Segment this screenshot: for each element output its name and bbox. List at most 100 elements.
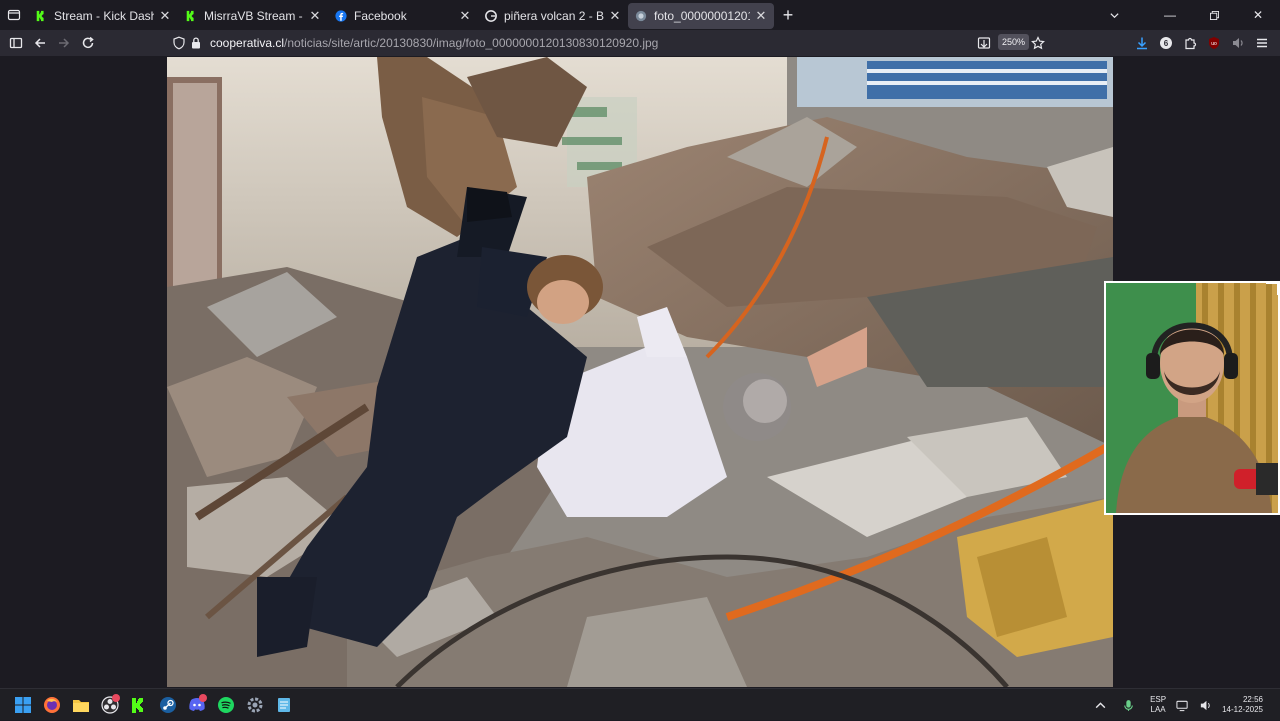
url-text: cooperativa.cl/noticias/site/artic/20130… xyxy=(210,36,658,50)
plus-icon: + xyxy=(782,4,794,25)
language-indicator[interactable]: ESP LAA xyxy=(1145,689,1171,721)
tab-image-active[interactable]: foto_000000012013083012092 ✕ xyxy=(628,3,774,29)
firefox-icon xyxy=(43,696,60,713)
shield-icon xyxy=(173,36,185,50)
microphone-icon xyxy=(1124,699,1133,711)
minimize-icon: — xyxy=(1164,8,1176,22)
sidebar-icon xyxy=(9,37,23,49)
show-hidden-icons-button[interactable] xyxy=(1089,689,1112,721)
recording-badge xyxy=(112,693,120,702)
close-tab-icon[interactable]: ✕ xyxy=(608,8,622,23)
tracking-protection-button[interactable] xyxy=(170,31,188,55)
kick-icon xyxy=(131,697,143,713)
url-path: /noticias/site/artic/20130830/imag/foto_… xyxy=(284,36,659,50)
account-button[interactable]: 6 xyxy=(1154,31,1178,55)
restore-button[interactable] xyxy=(1192,0,1236,30)
zoom-level-button[interactable]: 250% xyxy=(998,34,1030,50)
tab-title: Facebook xyxy=(354,9,407,23)
restore-icon xyxy=(1209,10,1219,20)
close-tab-icon[interactable]: ✕ xyxy=(458,8,472,23)
svg-text:6: 6 xyxy=(1164,39,1169,48)
taskbar-obs[interactable] xyxy=(95,690,124,720)
list-all-tabs-button[interactable] xyxy=(0,0,28,30)
ublock-extension-button[interactable]: uo xyxy=(1202,31,1226,55)
tab-misrravb-stream[interactable]: MisrraVB Stream - Watch Live o ✕ xyxy=(178,3,328,29)
forward-button[interactable] xyxy=(52,31,76,55)
windows-start-icon xyxy=(14,696,31,713)
minimize-button[interactable]: — xyxy=(1148,0,1192,30)
navigation-toolbar: cooperativa.cl/noticias/site/artic/20130… xyxy=(0,30,1280,56)
tab-title: foto_000000012013083012092 xyxy=(654,9,750,23)
arrow-right-icon xyxy=(59,38,70,48)
tab-title: MisrraVB Stream - Watch Live o xyxy=(204,9,304,23)
taskbar-file-explorer[interactable] xyxy=(66,690,95,720)
tab-kick-dashboard[interactable]: Stream - Kick Dashboard ✕ xyxy=(28,3,178,29)
volume-button[interactable] xyxy=(1226,31,1250,55)
taskbar-settings[interactable] xyxy=(240,690,269,720)
lock-icon xyxy=(192,37,200,49)
webcam-overlay xyxy=(1104,281,1280,515)
spotify-icon xyxy=(217,696,234,713)
taskbar-kick[interactable] xyxy=(124,690,153,720)
app-menu-button[interactable] xyxy=(1250,31,1274,55)
speaker-icon xyxy=(1233,38,1243,48)
reload-icon xyxy=(82,36,94,49)
kick-icon xyxy=(34,9,48,23)
star-icon xyxy=(1031,36,1045,50)
close-tab-icon[interactable]: ✕ xyxy=(158,8,172,23)
rubble-photo[interactable] xyxy=(167,57,1113,687)
chevron-up-icon xyxy=(1095,701,1106,708)
settings-icon xyxy=(247,697,262,712)
microphone-tray-button[interactable] xyxy=(1112,689,1145,721)
tab-title: piñera volcan 2 - Buscar con Go xyxy=(504,9,604,23)
account-icon: 6 xyxy=(1160,37,1172,49)
tab-strip: Stream - Kick Dashboard ✕ MisrraVB Strea… xyxy=(0,0,1280,30)
network-icon xyxy=(1176,700,1188,711)
kick-icon xyxy=(184,9,198,23)
reader-view-icon xyxy=(977,37,991,49)
taskbar-steam[interactable] xyxy=(153,690,182,720)
language-line2: LAA xyxy=(1150,705,1166,714)
tab-overflow-button[interactable] xyxy=(1092,0,1136,30)
windows-taskbar: ESP LAA 22:56 14-12-2025 xyxy=(0,688,1280,720)
close-tab-icon[interactable]: ✕ xyxy=(754,8,768,23)
site-info-button[interactable] xyxy=(188,31,204,55)
speaker-icon xyxy=(1200,700,1210,710)
start-button[interactable] xyxy=(8,690,37,720)
tab-list-icon xyxy=(7,9,21,21)
downloads-button[interactable] xyxy=(1130,31,1154,55)
close-icon: ✕ xyxy=(1252,8,1264,22)
address-bar[interactable]: cooperativa.cl/noticias/site/artic/20130… xyxy=(170,32,1055,54)
notification-badge xyxy=(199,693,207,702)
close-window-button[interactable]: ✕ xyxy=(1236,0,1280,30)
taskbar-notepad[interactable] xyxy=(269,690,298,720)
clock-button[interactable]: 22:56 14-12-2025 xyxy=(1217,689,1280,721)
facebook-icon xyxy=(334,9,348,23)
content-viewport xyxy=(0,56,1280,688)
bookmark-button[interactable] xyxy=(1026,31,1050,55)
webcam-feed-image xyxy=(1106,283,1278,513)
tab-google-search[interactable]: piñera volcan 2 - Buscar con Go ✕ xyxy=(478,3,628,29)
volume-tray-button[interactable] xyxy=(1194,689,1217,721)
system-tray: ESP LAA 22:56 14-12-2025 xyxy=(1089,689,1280,721)
tab-facebook[interactable]: Facebook ✕ xyxy=(328,3,478,29)
network-tray-button[interactable] xyxy=(1171,689,1194,721)
back-button[interactable] xyxy=(28,31,52,55)
sidebar-toggle-button[interactable] xyxy=(4,31,28,55)
new-tab-button[interactable]: + xyxy=(774,0,802,30)
google-icon xyxy=(484,9,498,23)
close-tab-icon[interactable]: ✕ xyxy=(308,8,322,23)
taskbar-discord[interactable] xyxy=(182,690,211,720)
reload-button[interactable] xyxy=(76,31,100,55)
extensions-button[interactable] xyxy=(1178,31,1202,55)
svg-text:uo: uo xyxy=(1211,41,1217,47)
reader-view-button[interactable] xyxy=(972,31,996,55)
arrow-left-icon xyxy=(34,38,45,48)
steam-icon xyxy=(159,696,176,713)
clock-date: 14-12-2025 xyxy=(1222,705,1263,714)
file-explorer-icon xyxy=(72,699,89,712)
puzzle-icon xyxy=(1185,37,1197,50)
taskbar-spotify[interactable] xyxy=(211,690,240,720)
ublock-icon: uo xyxy=(1209,37,1219,49)
taskbar-firefox[interactable] xyxy=(37,690,66,720)
